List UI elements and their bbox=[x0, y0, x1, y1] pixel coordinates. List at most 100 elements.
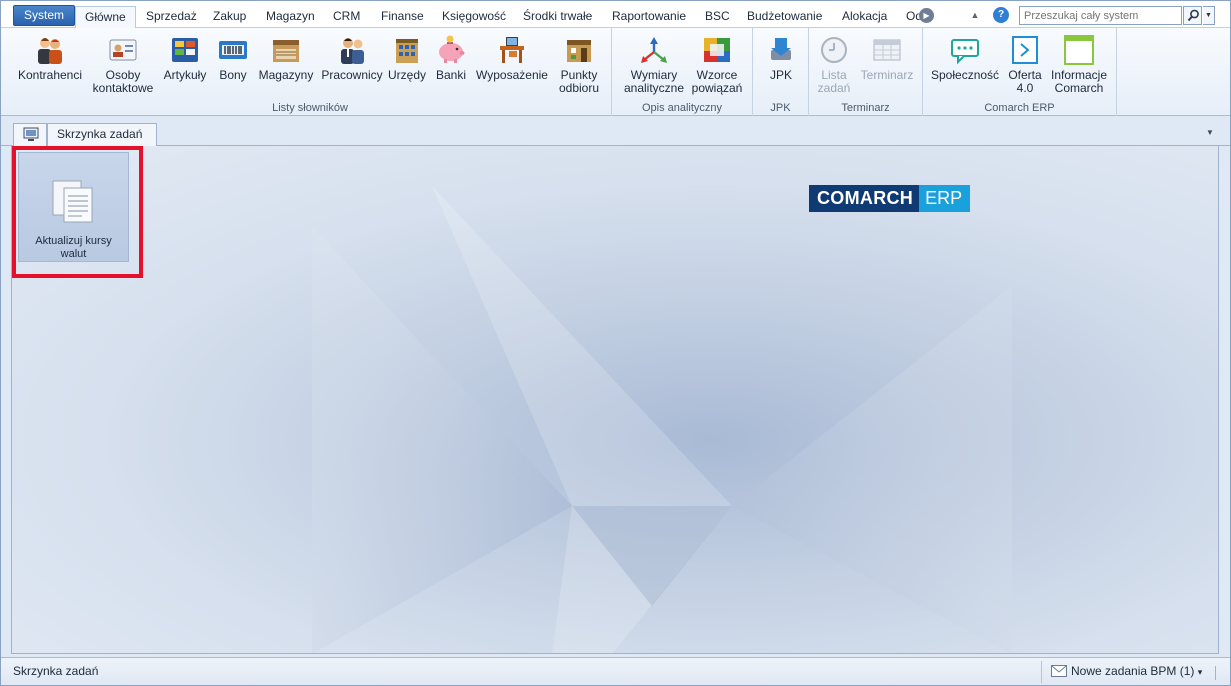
search-input[interactable] bbox=[1019, 6, 1182, 25]
tab-system[interactable]: System bbox=[13, 5, 76, 26]
pracownicy-button[interactable]: Pracownicy bbox=[319, 30, 385, 82]
tab-list-dropdown-icon[interactable]: ▼ bbox=[1206, 128, 1216, 137]
wzorce-label-1: Wzorce bbox=[696, 68, 738, 82]
pracownicy-label: Pracownicy bbox=[321, 68, 383, 82]
tab-zakup[interactable]: Zakup bbox=[204, 6, 255, 28]
group-label-listy: Listy słowników bbox=[272, 102, 348, 114]
link-patterns-icon bbox=[704, 38, 730, 62]
analytic-dimensions-icon bbox=[641, 37, 667, 63]
equipment-icon bbox=[500, 37, 524, 63]
terminarz-label: Terminarz bbox=[860, 68, 914, 82]
search-dropdown-icon[interactable]: ▼ bbox=[1203, 6, 1215, 25]
artykuly-button[interactable]: Artykuły bbox=[161, 30, 209, 82]
group-label-comarch: Comarch ERP bbox=[984, 102, 1055, 114]
status-text: Skrzynka zadań bbox=[13, 664, 99, 678]
articles-icon bbox=[172, 38, 198, 62]
punkty-odbioru-button[interactable]: Punkty odbioru bbox=[555, 30, 603, 95]
informacje-label-2: Comarch bbox=[1054, 81, 1104, 95]
jpk-button[interactable]: JPK bbox=[759, 30, 803, 82]
tab-crm[interactable]: CRM bbox=[324, 6, 369, 28]
info-window-icon bbox=[1064, 35, 1094, 65]
kontrahenci-label: Kontrahenci bbox=[17, 68, 83, 82]
lista-zadan-button[interactable]: Lista zadań bbox=[813, 30, 855, 95]
wyposazenie-button[interactable]: Wyposażenie bbox=[475, 30, 549, 82]
jpk-label: JPK bbox=[769, 68, 792, 82]
lista-label-1: Lista bbox=[821, 68, 847, 82]
kontrahenci-button[interactable]: Kontrahenci bbox=[17, 30, 83, 82]
wzorce-label-2: powiązań bbox=[691, 81, 743, 95]
terminarz-button[interactable]: Terminarz bbox=[857, 30, 917, 82]
tab-ksiegowosc[interactable]: Księgowość bbox=[433, 6, 515, 28]
collapse-ribbon-icon[interactable]: ▲ bbox=[967, 7, 983, 23]
desktop-tab[interactable] bbox=[13, 123, 47, 146]
tab-alokacja[interactable]: Alokacja bbox=[833, 6, 896, 28]
tab-budzetowanie[interactable]: Budżetowanie bbox=[738, 6, 831, 28]
calendar-icon bbox=[873, 39, 901, 61]
tab-scroll-right-icon[interactable]: ▶ bbox=[919, 8, 934, 23]
group-opis-analityczny: Wymiary analityczne Wzorce powiązań Opis… bbox=[612, 28, 753, 116]
tab-magazyn[interactable]: Magazyn bbox=[257, 6, 324, 28]
offer-icon bbox=[1012, 36, 1038, 64]
tab-glowne[interactable]: Główne bbox=[75, 6, 136, 29]
punkty-label-1: Punkty bbox=[560, 68, 598, 82]
banki-button[interactable]: Banki bbox=[431, 30, 471, 82]
logo-erp: ERP bbox=[919, 185, 971, 212]
logo-comarch: COMARCH bbox=[809, 185, 920, 212]
wymiary-analityczne-button[interactable]: Wymiary analityczne bbox=[618, 30, 690, 95]
urzedy-button[interactable]: Urzędy bbox=[387, 30, 427, 82]
group-label-opis: Opis analityczny bbox=[641, 102, 723, 114]
search-icon bbox=[1187, 9, 1199, 22]
status-separator bbox=[1041, 661, 1042, 683]
informacje-comarch-button[interactable]: Informacje Comarch bbox=[1047, 30, 1111, 95]
banki-label: Banki bbox=[435, 68, 467, 82]
osoby-label-2: kontaktowe bbox=[92, 81, 154, 95]
osoby-label-1: Osoby bbox=[105, 68, 141, 82]
tab-sprzedaz[interactable]: Sprzedaż bbox=[137, 6, 206, 28]
jpk-icon bbox=[771, 38, 791, 60]
document-tab-strip: Skrzynka zadań ▼ bbox=[1, 117, 1230, 146]
wzorce-powiazan-button[interactable]: Wzorce powiązań bbox=[688, 30, 746, 95]
bpm-dropdown-icon: ▾ bbox=[1197, 667, 1203, 677]
menu-tab-bar: System Główne Sprzedaż Zakup Magazyn CRM… bbox=[1, 1, 1230, 29]
clock-icon bbox=[821, 37, 847, 63]
group-terminarz: Lista zadań Terminarz Terminarz bbox=[809, 28, 923, 116]
magazyny-button[interactable]: Magazyny bbox=[257, 30, 315, 82]
ribbon: Kontrahenci Osoby kontaktowe Artykuły Bo… bbox=[1, 28, 1230, 116]
tab-finanse[interactable]: Finanse bbox=[372, 6, 433, 28]
search-button[interactable] bbox=[1183, 6, 1202, 25]
status-bar: Skrzynka zadań Nowe zadania BPM (1) ▾ bbox=[1, 657, 1230, 685]
warehouse-icon bbox=[273, 40, 299, 62]
lista-label-2: zadań bbox=[817, 81, 851, 95]
highlight-frame bbox=[12, 146, 143, 278]
monitor-icon bbox=[23, 127, 39, 141]
background-x-decoration bbox=[312, 186, 1012, 653]
osoby-kontaktowe-button[interactable]: Osoby kontaktowe bbox=[89, 30, 157, 95]
contact-card-icon bbox=[109, 39, 137, 61]
comarch-erp-logo: COMARCH ERP bbox=[809, 185, 971, 212]
artykuly-label: Artykuły bbox=[163, 68, 207, 82]
magazyny-label: Magazyny bbox=[258, 68, 314, 82]
pickup-point-icon bbox=[567, 40, 591, 62]
bpm-tasks-button[interactable]: Nowe zadania BPM (1) ▾ bbox=[1051, 664, 1202, 678]
tab-skrzynka-zadan[interactable]: Skrzynka zadań bbox=[47, 123, 157, 146]
informacje-label-1: Informacje bbox=[1050, 68, 1108, 82]
oferta-button[interactable]: Oferta 4.0 bbox=[1003, 30, 1047, 95]
offices-icon bbox=[396, 39, 418, 63]
punkty-label-2: odbioru bbox=[558, 81, 600, 95]
urzedy-label: Urzędy bbox=[387, 68, 426, 82]
group-comarch-erp: Społeczność Oferta 4.0 Informacje Comarc… bbox=[923, 28, 1117, 116]
task-inbox-area: COMARCH ERP Aktualizuj kursy walut bbox=[11, 146, 1219, 654]
resize-grip[interactable] bbox=[1215, 666, 1223, 680]
spolecznosc-button[interactable]: Społeczność bbox=[931, 30, 999, 82]
help-icon[interactable]: ? bbox=[993, 7, 1009, 23]
tab-raportowanie[interactable]: Raportowanie bbox=[603, 6, 695, 28]
oferta-label-1: Oferta bbox=[1008, 68, 1042, 82]
wyposazenie-label: Wyposażenie bbox=[476, 68, 548, 82]
bony-button[interactable]: Bony bbox=[213, 30, 253, 82]
tab-bsc[interactable]: BSC bbox=[696, 6, 739, 28]
employees-icon bbox=[341, 38, 364, 64]
tab-srodki-trwale[interactable]: Środki trwałe bbox=[514, 6, 601, 28]
community-chat-icon bbox=[951, 39, 979, 65]
group-jpk: JPK JPK bbox=[753, 28, 809, 116]
voucher-icon bbox=[219, 41, 247, 59]
